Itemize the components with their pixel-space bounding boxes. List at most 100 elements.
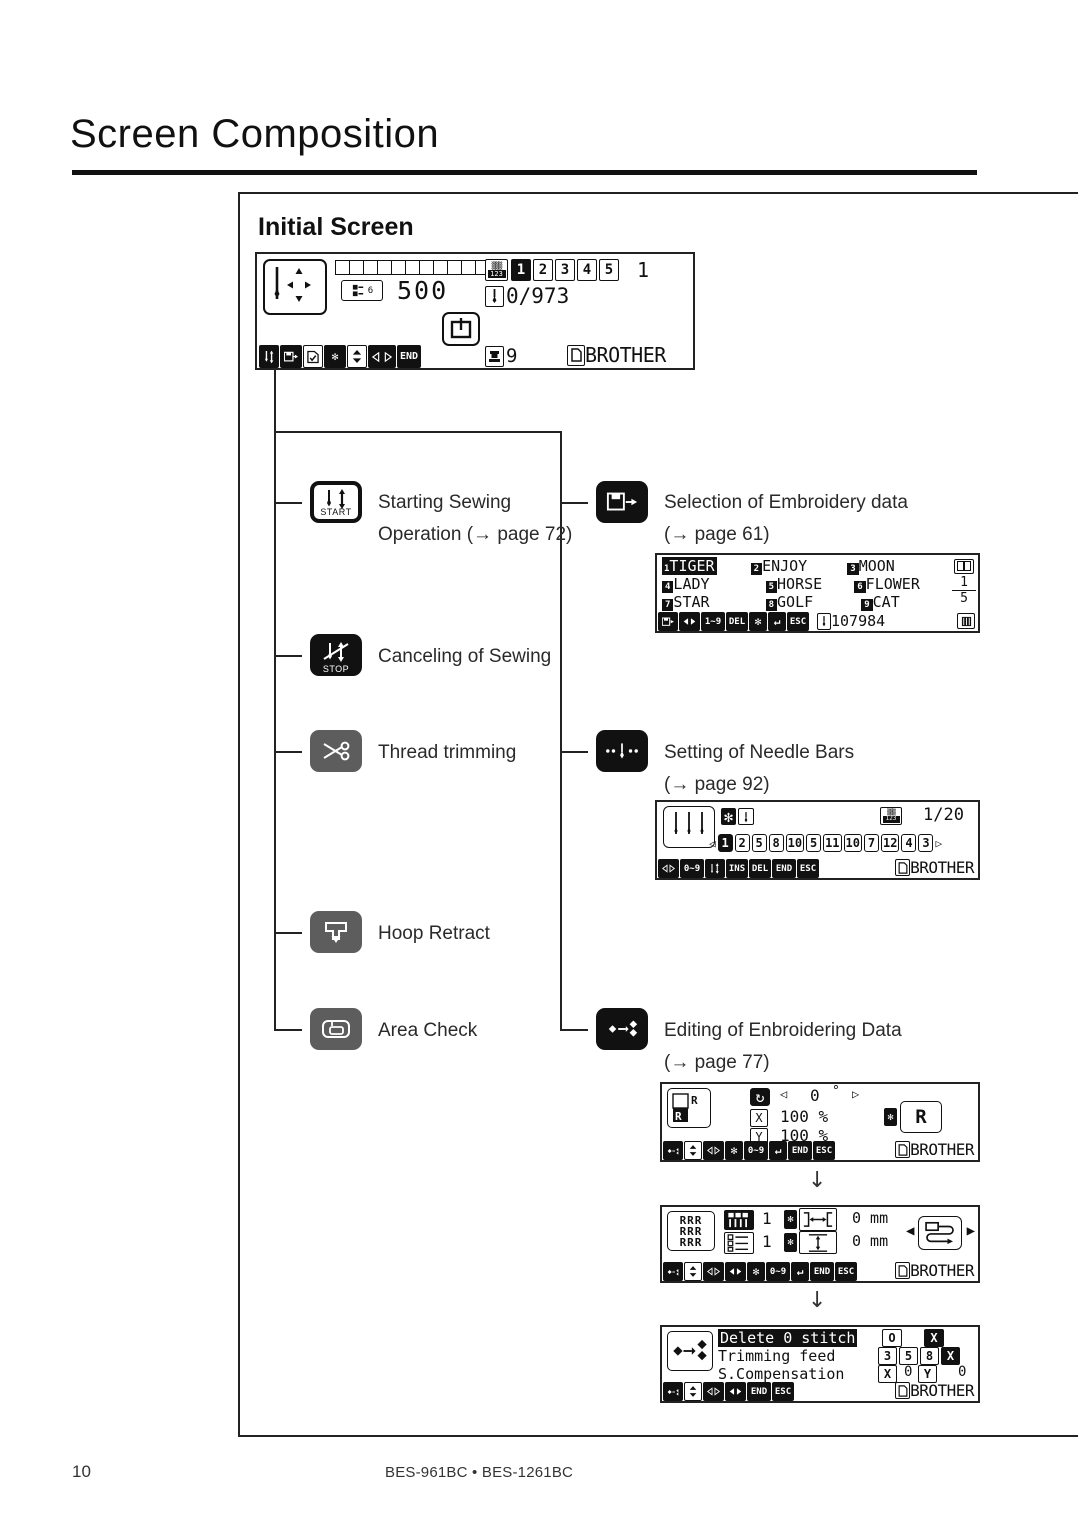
enter-icon[interactable]: ↵ (768, 612, 786, 631)
save-to-icon[interactable] (658, 612, 678, 631)
needle-chip[interactable]: 4 (577, 259, 597, 281)
asterisk-icon[interactable]: ✻ (324, 345, 346, 368)
asterisk-icon[interactable]: ✻ (749, 612, 767, 631)
editing-key-button[interactable] (596, 1008, 648, 1050)
needle-chip[interactable]: 3 (555, 259, 575, 281)
needle-seq-item[interactable]: 5 (751, 834, 767, 852)
end-icon[interactable]: END (810, 1262, 834, 1281)
asterisk-icon[interactable]: ✻ (725, 1141, 743, 1160)
escape-icon[interactable]: ESC (835, 1262, 857, 1281)
option-value[interactable]: X (924, 1329, 944, 1347)
escape-icon[interactable]: ESC (813, 1141, 835, 1160)
needle-updown-icon[interactable] (259, 345, 279, 368)
design-entry[interactable]: 8 GOLF (765, 593, 813, 611)
numeric-range-icon[interactable]: 0~9 (744, 1141, 768, 1160)
row-repeat-icon[interactable] (724, 1232, 754, 1254)
needle-chip[interactable]: 5 (599, 259, 619, 281)
design-entry[interactable]: 9 CAT (861, 593, 900, 611)
option-row[interactable]: Delete 0 stitch (718, 1329, 858, 1347)
start-key-button[interactable]: START (310, 481, 362, 523)
rotation-icon[interactable]: ↻ (750, 1088, 770, 1106)
escape-icon[interactable]: ESC (787, 612, 809, 631)
needle-seq-item[interactable]: 11 (823, 834, 842, 852)
escape-icon[interactable]: ESC (772, 1382, 794, 1401)
numeric-range-icon[interactable]: 0~9 (766, 1262, 790, 1281)
asterisk-icon[interactable]: ✻ (747, 1262, 765, 1281)
design-entry[interactable]: 1TIGER (662, 557, 717, 575)
direction-next-icon[interactable]: ▶ (967, 1223, 975, 1239)
leftright-filled-icon[interactable] (725, 1262, 746, 1281)
file-check-icon[interactable] (303, 345, 323, 368)
needle-seq-item[interactable]: 10 (843, 834, 862, 852)
edit-data-icon[interactable] (663, 1382, 683, 1401)
leftright-icon[interactable] (703, 1262, 724, 1281)
option-row[interactable]: S.Compensation (718, 1365, 844, 1383)
leftright-icon[interactable] (679, 612, 700, 631)
design-entry[interactable]: 6 FLOWER (854, 575, 920, 593)
asterisk-icon[interactable]: ✻ (884, 1108, 897, 1126)
end-icon[interactable]: END (788, 1141, 812, 1160)
numeric-range-icon[interactable]: 1~9 (701, 612, 725, 631)
updown-icon[interactable] (347, 345, 367, 368)
option-value[interactable]: O (882, 1329, 902, 1347)
needle-seq-item[interactable]: 10 (785, 834, 805, 852)
needle-seq-item[interactable]: 5 (806, 834, 822, 852)
hoop-retract-key-button[interactable] (310, 911, 362, 953)
needle-chip[interactable]: 1 (511, 259, 531, 281)
leftright-icon[interactable] (658, 859, 679, 878)
selection-key-button[interactable] (596, 481, 648, 523)
updown-icon[interactable] (684, 1262, 702, 1281)
end-icon[interactable]: END (772, 859, 796, 878)
area-check-key-button[interactable] (310, 1008, 362, 1050)
option-row[interactable]: Trimming feed (718, 1347, 835, 1365)
stop-key-button[interactable]: STOP (310, 634, 362, 676)
edit-data-icon[interactable] (663, 1141, 683, 1160)
needle-seq-item[interactable]: 8 (768, 834, 784, 852)
end-icon[interactable]: END (747, 1382, 771, 1401)
needle-seq-item[interactable]: 3 (918, 834, 934, 852)
needle-seq-item[interactable]: 12 (880, 834, 900, 852)
asterisk-icon[interactable]: ✻ (721, 808, 736, 826)
design-entry[interactable]: 4 LADY (662, 575, 710, 593)
rotate-left-icon[interactable]: ◁ (780, 1087, 787, 1101)
enter-icon[interactable]: ↵ (791, 1262, 809, 1281)
option-value[interactable]: 5 (899, 1347, 918, 1365)
design-entry[interactable]: 7 STAR (662, 593, 710, 611)
leftright-icon[interactable] (703, 1141, 724, 1160)
option-value[interactable]: 3 (878, 1347, 897, 1365)
delete-icon[interactable]: DEL (726, 612, 748, 631)
leftright-filled-icon[interactable] (725, 1382, 746, 1401)
rotate-right-icon[interactable]: ▷ (852, 1087, 859, 1101)
save-to-icon[interactable] (280, 345, 302, 368)
updown-icon[interactable] (684, 1141, 702, 1160)
needle-swap-icon[interactable] (705, 859, 725, 878)
asterisk-icon[interactable]: ✻ (784, 1210, 797, 1229)
delete-icon[interactable]: DEL (749, 859, 771, 878)
needle-seq-item[interactable]: 1 (717, 834, 733, 852)
edit-data-icon[interactable] (663, 1262, 683, 1281)
option-value[interactable]: X (941, 1347, 960, 1365)
needle-seq-item[interactable]: 4 (901, 834, 917, 852)
needle-chip[interactable]: 2 (533, 259, 553, 281)
direction-prev-icon[interactable]: ◀ (906, 1223, 914, 1239)
design-entry[interactable]: 5 HORSE (765, 575, 822, 593)
memory-icon[interactable] (957, 613, 975, 629)
end-icon[interactable]: END (397, 345, 421, 368)
option-value[interactable]: 8 (920, 1347, 939, 1365)
leftright-icon[interactable] (368, 345, 396, 368)
insert-icon[interactable]: INS (726, 859, 748, 878)
design-entry[interactable]: 3 MOON (847, 557, 895, 575)
needle-seq-item[interactable]: 7 (863, 834, 879, 852)
design-entry[interactable]: 2 ENJOY (750, 557, 807, 575)
thread-trim-key-button[interactable] (310, 730, 362, 772)
needle-bars-key-button[interactable] (596, 730, 648, 772)
numeric-range-icon[interactable]: 0~9 (680, 859, 704, 878)
leftright-icon[interactable] (703, 1382, 724, 1401)
enter-icon[interactable]: ↵ (769, 1141, 787, 1160)
escape-icon[interactable]: ESC (797, 859, 819, 878)
scroll-right-icon[interactable]: ▷ (935, 837, 942, 850)
needle-seq-item[interactable]: 2 (734, 834, 750, 852)
updown-icon[interactable] (684, 1382, 702, 1401)
column-repeat-icon[interactable] (724, 1210, 754, 1230)
asterisk-icon[interactable]: ✻ (784, 1233, 797, 1252)
